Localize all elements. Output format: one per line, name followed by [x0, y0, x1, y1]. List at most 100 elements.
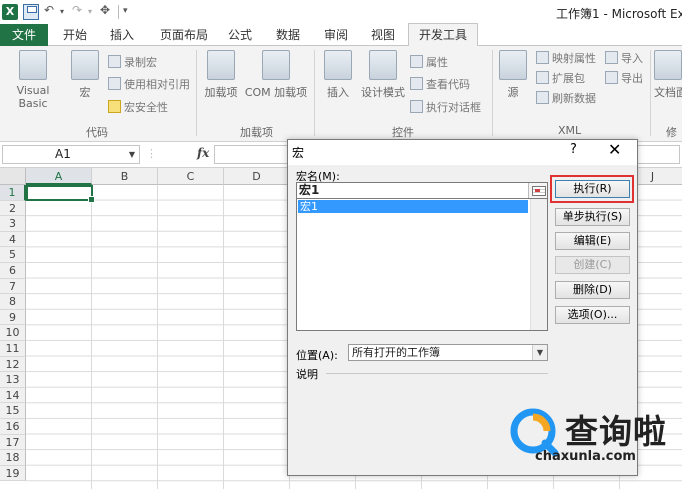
- row-header-9[interactable]: 9: [0, 309, 26, 326]
- tab-review[interactable]: 审阅: [324, 24, 348, 46]
- active-cell[interactable]: [26, 185, 95, 203]
- redo-icon[interactable]: ↷: [72, 3, 82, 17]
- column-header-b[interactable]: B: [92, 168, 158, 185]
- map-properties-button[interactable]: 映射属性: [536, 50, 596, 68]
- column-header-a[interactable]: A: [26, 168, 92, 185]
- properties-icon: [410, 55, 423, 68]
- group-separator: [314, 50, 315, 136]
- row-header-11[interactable]: 11: [0, 341, 26, 357]
- row-header-10[interactable]: 10: [0, 325, 26, 341]
- document-panel-button[interactable]: 文档面: [654, 50, 682, 100]
- xml-source-label: 源: [507, 86, 519, 99]
- name-box-value: A1: [55, 147, 71, 161]
- warning-icon: [108, 100, 121, 113]
- row-header-2[interactable]: 2: [0, 200, 26, 217]
- tab-developer[interactable]: 开发工具: [408, 23, 479, 47]
- properties-button[interactable]: 属性: [410, 54, 448, 72]
- tab-insert[interactable]: 插入: [110, 24, 134, 46]
- expansion-packs-label: 扩展包: [552, 72, 585, 85]
- chevron-down-icon[interactable]: ▼: [532, 345, 547, 360]
- undo-dropdown-icon[interactable]: ▾: [60, 7, 64, 16]
- group-label-xml: XML: [558, 124, 582, 137]
- view-code-button[interactable]: 查看代码: [410, 76, 470, 94]
- list-item[interactable]: 宏1: [298, 200, 528, 213]
- column-header-c[interactable]: C: [158, 168, 224, 185]
- group-label-addins: 加载项: [240, 126, 273, 139]
- save-icon[interactable]: [23, 4, 39, 20]
- excel-logo-icon[interactable]: X: [2, 4, 18, 20]
- row-header-1[interactable]: 1: [0, 185, 26, 201]
- xml-source-button[interactable]: 源: [498, 50, 528, 100]
- row-header-4[interactable]: 4: [0, 231, 26, 248]
- chevron-down-icon[interactable]: ▼: [129, 146, 135, 163]
- tab-file[interactable]: 文件: [0, 24, 48, 46]
- column-header-d[interactable]: D: [224, 168, 290, 185]
- row-header-14[interactable]: 14: [0, 387, 26, 404]
- options-button[interactable]: 选项(O)...: [555, 306, 630, 324]
- tab-data[interactable]: 数据: [276, 24, 300, 46]
- close-icon[interactable]: ✕: [608, 140, 621, 159]
- visual-basic-label: Visual Basic: [16, 84, 50, 110]
- gear-icon: [207, 50, 235, 80]
- expansion-packs-icon: [536, 71, 549, 84]
- run-dialog-button[interactable]: 执行对话框: [410, 99, 481, 117]
- design-mode-button[interactable]: 设计模式: [358, 50, 408, 100]
- record-macro-button[interactable]: 录制宏: [108, 54, 157, 72]
- dialog-title: 宏: [292, 146, 305, 160]
- row-header-8[interactable]: 8: [0, 294, 26, 310]
- run-dialog-label: 执行对话框: [426, 101, 481, 114]
- properties-label: 属性: [426, 56, 448, 69]
- relative-reference-icon: [108, 77, 121, 90]
- select-all-corner[interactable]: [0, 168, 26, 185]
- redo-dropdown-icon[interactable]: ▾: [88, 7, 92, 16]
- tab-home[interactable]: 开始: [63, 24, 87, 46]
- insert-function-icon[interactable]: fx: [197, 146, 209, 160]
- tab-view[interactable]: 视图: [371, 24, 395, 46]
- group-label-code: 代码: [86, 126, 108, 139]
- macros-icon: [71, 50, 99, 80]
- customize-qat-icon[interactable]: ▾: [123, 6, 128, 16]
- touch-mode-icon[interactable]: ✥: [100, 3, 110, 17]
- name-box[interactable]: A1 ▼: [2, 145, 140, 164]
- location-select[interactable]: 所有打开的工作簿 ▼: [348, 344, 548, 361]
- ribbon-tab-bar: 文件 开始 插入 页面布局 公式 数据 审阅 视图 开发工具: [0, 23, 682, 47]
- row-header-12[interactable]: 12: [0, 356, 26, 373]
- row-header-7[interactable]: 7: [0, 278, 26, 295]
- row-header-3[interactable]: 3: [0, 216, 26, 232]
- macro-name-input[interactable]: 宏1: [296, 182, 548, 199]
- row-header-17[interactable]: 17: [0, 434, 26, 451]
- row-header-19[interactable]: 19: [0, 465, 26, 482]
- tab-page-layout[interactable]: 页面布局: [160, 24, 208, 46]
- macro-list-scrollbar[interactable]: [530, 199, 547, 330]
- refresh-data-button[interactable]: 刷新数据: [536, 90, 596, 108]
- expansion-packs-button[interactable]: 扩展包: [536, 70, 585, 88]
- help-icon[interactable]: ?: [570, 142, 577, 157]
- step-into-button[interactable]: 单步执行(S): [555, 208, 630, 226]
- tab-formulas[interactable]: 公式: [228, 24, 252, 46]
- undo-icon[interactable]: ↶: [44, 3, 54, 17]
- relative-reference-button[interactable]: 使用相对引用: [108, 76, 190, 94]
- xml-export-button[interactable]: 导出: [605, 70, 643, 88]
- create-button[interactable]: 创建(C): [555, 256, 630, 274]
- addins-button[interactable]: 加载项: [202, 50, 240, 100]
- row-header-18[interactable]: 18: [0, 450, 26, 466]
- range-select-icon[interactable]: [528, 183, 547, 198]
- row-header-13[interactable]: 13: [0, 372, 26, 388]
- edit-button[interactable]: 编辑(E): [555, 232, 630, 250]
- com-addins-button[interactable]: COM 加载项: [242, 50, 310, 100]
- run-button[interactable]: 执行(R): [555, 180, 630, 198]
- macro-security-button[interactable]: 宏安全性: [108, 99, 168, 117]
- row-header-15[interactable]: 15: [0, 403, 26, 419]
- insert-control-button[interactable]: 插入: [320, 50, 356, 100]
- row-header-6[interactable]: 6: [0, 263, 26, 279]
- record-macro-label: 录制宏: [124, 56, 157, 69]
- formula-bar-resize-handle[interactable]: ⋮: [146, 147, 157, 162]
- xml-import-button[interactable]: 导入: [605, 50, 643, 68]
- macros-button[interactable]: 宏: [70, 50, 100, 100]
- row-header-5[interactable]: 5: [0, 247, 26, 263]
- visual-basic-button[interactable]: Visual Basic: [2, 50, 64, 110]
- macro-list[interactable]: 宏1: [296, 199, 548, 331]
- delete-button[interactable]: 删除(D): [555, 281, 630, 299]
- window-title: 工作簿1 - Microsoft Exc: [556, 7, 682, 21]
- row-header-16[interactable]: 16: [0, 419, 26, 435]
